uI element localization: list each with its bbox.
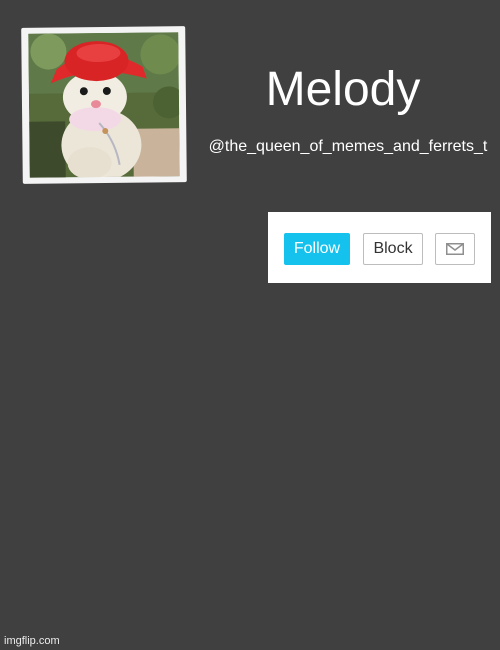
profile-photo-frame xyxy=(21,26,187,184)
display-name: Melody xyxy=(265,63,421,116)
message-button[interactable] xyxy=(435,233,475,265)
username-handle: @the_queen_of_memes_and_ferrets_t xyxy=(208,138,488,155)
follow-button[interactable]: Follow xyxy=(284,233,350,265)
envelope-icon xyxy=(446,243,464,255)
block-button[interactable]: Block xyxy=(363,233,423,265)
profile-action-panel: Follow Block xyxy=(268,212,491,283)
ferret-photo xyxy=(28,32,180,178)
imgflip-watermark: imgflip.com xyxy=(4,635,60,647)
